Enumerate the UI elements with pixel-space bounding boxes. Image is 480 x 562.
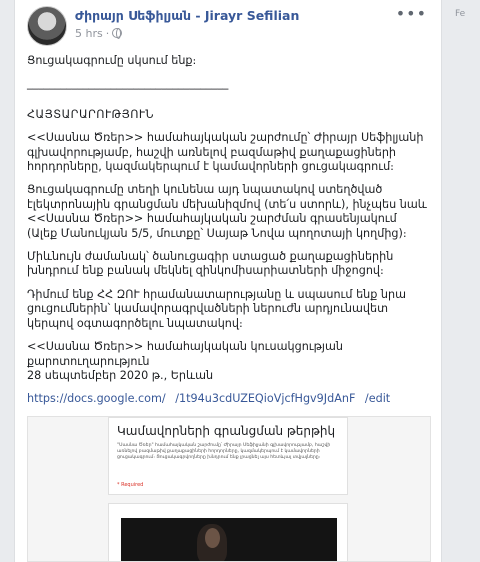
google-docs-link[interactable]: https://docs.google.com/ /1t94u3cdUZEQio… bbox=[27, 392, 390, 405]
link-preview[interactable]: Կամավորների գրանցման թերթիկ "Սասնա Ծռեր"… bbox=[27, 416, 431, 562]
post-link-row: https://docs.google.com/ /1t94u3cdUZEQio… bbox=[27, 392, 427, 406]
post-paragraph-3: <<Սասնա Ծռեր>> համահայկական շարժումը՝ Ժի… bbox=[27, 131, 424, 174]
form-card[interactable]: Կամավորների գրանցման թերթիկ "Սասնա Ծռեր"… bbox=[108, 417, 348, 495]
post-date: 28 սեպտեմբեր 2020 թ., Երևան bbox=[27, 368, 214, 382]
signature-line-1: <<Սասնա Ծռեր>> համահայկական կուսակցությա… bbox=[27, 340, 343, 354]
post-paragraph-0: Ցուցակագրումը սկսում ենք։ bbox=[27, 54, 197, 67]
form-description: "Սասնա Ծռեր" համահայկական շարժումը՝ Ժիրա… bbox=[117, 443, 331, 460]
facebook-post: Ժիրայր Սեֆիլյան - Jirayr Sefilian 5 hrs ·… bbox=[14, 0, 442, 562]
more-options-icon[interactable]: ••• bbox=[396, 4, 427, 23]
signature-line-2: քարոտուղարություն bbox=[27, 354, 150, 368]
post-heading: ՀԱՅՏԱՐԱՐՈՒԹՅՈՒՆ bbox=[27, 107, 155, 121]
post-time[interactable]: 5 hrs bbox=[75, 27, 103, 40]
form-title: Կամավորների գրանցման թերթիկ bbox=[117, 424, 336, 438]
post-paragraph-6: Դիմում ենք ՀՀ ԶՈՒ հրամանատարությանը և սպ… bbox=[27, 287, 406, 330]
sidebar-partial-text: Fe bbox=[455, 9, 466, 19]
post-meta: 5 hrs · bbox=[75, 27, 123, 40]
post-divider-line: ____________________________________ bbox=[27, 77, 229, 91]
post-paragraph-4: Ցուցակագրումը տեղի կունենա այդ նպատակով … bbox=[27, 183, 427, 240]
required-note: * Required bbox=[117, 482, 144, 488]
post-paragraph-5: Միևնույն ժամանակ՝ ծանուցագիր ստացած քաղա… bbox=[27, 250, 394, 278]
meta-separator: · bbox=[105, 27, 110, 40]
post-body: Ցուցակագրումը սկսում ենք։ ______________… bbox=[27, 54, 427, 416]
form-image-card bbox=[108, 503, 348, 561]
author-avatar[interactable] bbox=[27, 6, 67, 46]
post-header: Ժիրայր Սեֆիլյան - Jirayr Sefilian 5 hrs ·… bbox=[15, 0, 441, 48]
globe-icon[interactable] bbox=[112, 28, 123, 39]
photo-face bbox=[205, 528, 220, 548]
form-photo bbox=[121, 518, 337, 561]
author-name[interactable]: Ժիրայր Սեֆիլյան - Jirayr Sefilian bbox=[75, 8, 299, 23]
